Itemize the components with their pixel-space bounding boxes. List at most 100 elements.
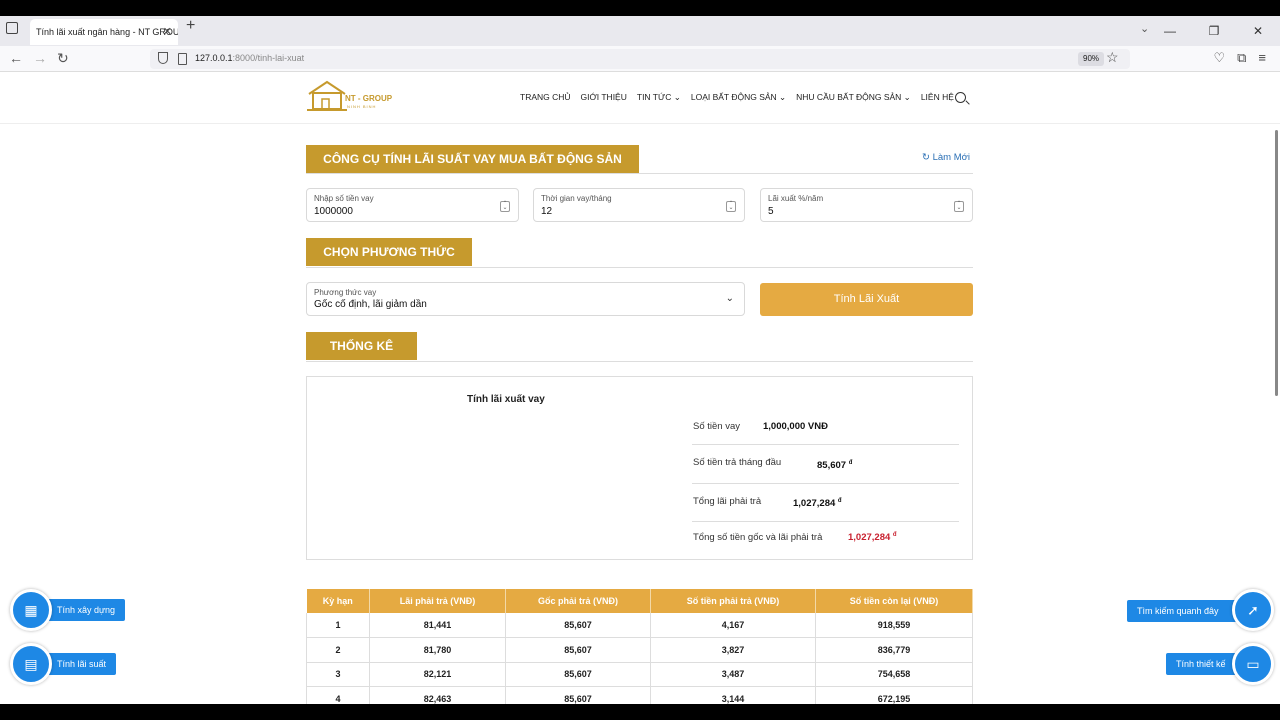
cell: 85,607	[505, 637, 651, 663]
search-icon[interactable]	[955, 92, 966, 103]
loan-term-field[interactable]: Thời gian vay/tháng 12 ⌃ ⌄	[533, 188, 745, 222]
nearby-search-button[interactable]: Tìm kiếm quanh đây	[1127, 600, 1245, 622]
stat-total-payment: Tổng số tiền gốc và lãi phải trả 1,027,2…	[692, 532, 959, 570]
column-header: Gốc phải trả (VNĐ)	[505, 589, 651, 613]
screen-bottom-bar	[0, 704, 1280, 720]
minimize-icon[interactable]: —	[1148, 16, 1192, 46]
calculator-icon[interactable]: ▤	[10, 643, 52, 685]
stat-value: 85,607 đ	[817, 460, 853, 472]
stat-first-payment: Số tiền trả tháng đầu 85,607 đ	[692, 457, 959, 495]
close-window-icon[interactable]: ✕	[1236, 16, 1280, 46]
logo-text: NT - GROUP	[345, 94, 393, 103]
stats-panel: Tính lãi xuất vay Số tiền vay 1,000,000 …	[306, 376, 973, 560]
zoom-level[interactable]: 90%	[1078, 52, 1105, 66]
browser-tab[interactable]: Tính lãi xuất ngân hàng - NT GROUP ✕	[30, 19, 178, 45]
payment-schedule-table: Kỳ hạn Lãi phải trả (VNĐ) Gốc phải trả (…	[306, 589, 973, 704]
divider	[306, 173, 973, 174]
extensions-icon[interactable]: ⧉	[1237, 50, 1246, 66]
logo-subtext: NINH BINH	[347, 104, 377, 109]
select-label: Phương thức vay	[314, 288, 377, 297]
loan-amount-field[interactable]: Nhập số tiền vay 1000000 ⌃ ⌄	[306, 188, 519, 222]
back-icon[interactable]: ←	[9, 50, 23, 66]
menu-item-contact[interactable]: LIÊN HỆ	[921, 92, 954, 103]
bookmark-star-icon[interactable]: ☆	[1106, 49, 1119, 66]
method-heading: CHỌN PHƯƠNG THỨC VAY	[306, 238, 472, 287]
loan-term-input[interactable]: 12	[541, 206, 552, 217]
cell: 85,607	[505, 662, 651, 687]
url-text[interactable]: 127.0.0.1:8000/tinh-lai-xuat	[195, 53, 304, 63]
stat-label: Số tiền vay	[693, 421, 740, 432]
screen-top-bar	[0, 0, 1280, 16]
reload-icon[interactable]: ↻	[57, 50, 69, 67]
column-header: Số tiền còn lại (VNĐ)	[815, 589, 973, 613]
main-menu: TRANG CHỦ GIỚI THIỆU TIN TỨC ⌄ LOẠI BẤT …	[520, 92, 954, 103]
tab-list-icon[interactable]	[6, 22, 18, 34]
tab-title: Tính lãi xuất ngân hàng - NT GROUP	[36, 27, 178, 37]
column-header: Kỳ hạn	[306, 589, 370, 613]
cell: 836,779	[815, 637, 973, 663]
forward-icon[interactable]: →	[33, 50, 47, 66]
stats-heading: THỐNG KÊ	[306, 332, 417, 360]
stat-label: Tổng lãi phải trả	[693, 496, 762, 507]
field-label: Lãi xuất %/năm	[768, 194, 824, 203]
cell: 81,780	[369, 637, 506, 663]
stat-value: 1,027,284 đ	[793, 498, 842, 510]
cell: 1	[306, 613, 370, 638]
cell: 3,487	[650, 662, 816, 687]
close-tab-icon[interactable]: ✕	[163, 19, 172, 45]
chevron-down-icon: ⌄	[725, 293, 734, 304]
cell: 918,559	[815, 613, 973, 638]
menu-item-property-types[interactable]: LOẠI BẤT ĐỘNG SẢN ⌄	[691, 92, 786, 103]
calculate-button[interactable]: Tính Lãi Xuất	[760, 283, 973, 316]
number-stepper[interactable]: ⌃ ⌄	[500, 201, 510, 212]
cell: 4,167	[650, 613, 816, 638]
refresh-button[interactable]: ↻ Làm Mới	[922, 152, 970, 163]
page-viewport: NT - GROUP NINH BINH TRANG CHỦ GIỚI THIỆ…	[0, 72, 1280, 704]
select-value: Gốc cố định, lãi giảm dần	[314, 299, 427, 310]
column-header: Số tiền phải trả (VNĐ)	[650, 589, 816, 613]
loan-method-select[interactable]: Phương thức vay Gốc cố định, lãi giảm dầ…	[306, 282, 745, 316]
cell: 82,463	[369, 686, 506, 704]
page-scrollbar[interactable]	[1275, 130, 1278, 396]
stats-title: Tính lãi xuất vay	[467, 394, 545, 405]
column-header: Lãi phải trả (VNĐ)	[369, 589, 506, 613]
address-bar[interactable]: 127.0.0.1:8000/tinh-lai-xuat 90% ☆	[150, 49, 1130, 69]
restore-icon[interactable]: ❐	[1192, 16, 1236, 46]
pocket-icon[interactable]: ♡	[1213, 50, 1225, 66]
loan-amount-input[interactable]: 1000000	[314, 206, 353, 217]
tool-heading: CÔNG CỤ TÍNH LÃI SUẤT VAY MUA BẤT ĐỘNG S…	[306, 145, 639, 173]
cell: 85,607	[505, 686, 651, 704]
table-row: 2 81,780 85,607 3,827 836,779	[306, 637, 973, 663]
interest-rate-input[interactable]: 5	[768, 206, 774, 217]
toolbar-actions: ♡ ⧉ ≡	[1213, 50, 1266, 66]
cell: 2	[306, 637, 370, 663]
build-cost-button[interactable]: Tính xây dựng	[40, 599, 126, 621]
stat-value: 1,000,000 VNĐ	[763, 421, 828, 432]
shield-icon[interactable]	[158, 52, 168, 64]
table-row: 3 82,121 85,607 3,487 754,658	[306, 662, 973, 687]
interest-rate-field[interactable]: Lãi xuất %/năm 5 ⌃ ⌄	[760, 188, 973, 222]
tab-bar: Tính lãi xuất ngân hàng - NT GROUP ✕ + ⌄…	[0, 16, 1280, 46]
chat-icon[interactable]: ▭	[1232, 643, 1274, 685]
menu-item-property-needs[interactable]: NHU CẦU BẤT ĐỘNG SẢN ⌄	[796, 92, 911, 103]
stat-label: Tổng số tiền gốc và lãi phải trả	[693, 532, 823, 543]
menu-item-home[interactable]: TRANG CHỦ	[520, 92, 571, 103]
stat-loan-amount: Số tiền vay 1,000,000 VNĐ	[692, 421, 959, 459]
field-label: Nhập số tiền vay	[314, 194, 374, 203]
page-icon[interactable]	[178, 53, 187, 65]
stat-label: Số tiền trả tháng đầu	[693, 457, 782, 468]
divider	[306, 361, 973, 362]
divider	[692, 483, 959, 484]
number-stepper[interactable]: ⌃ ⌄	[954, 201, 964, 212]
menu-item-news[interactable]: TIN TỨC ⌄	[637, 92, 681, 103]
browser-toolbar: ← → ↻ 127.0.0.1:8000/tinh-lai-xuat 90% ☆…	[0, 46, 1280, 72]
new-tab-button[interactable]: +	[186, 17, 195, 35]
compass-icon[interactable]: ➚	[1232, 589, 1274, 631]
divider	[692, 521, 959, 522]
site-logo[interactable]: NT - GROUP NINH BINH	[307, 80, 397, 116]
menu-icon[interactable]: ≡	[1258, 50, 1266, 66]
menu-item-about[interactable]: GIỚI THIỆU	[581, 92, 627, 103]
house-logo-icon	[307, 80, 395, 111]
number-stepper[interactable]: ⌃ ⌄	[726, 201, 736, 212]
building-icon[interactable]: ▦	[10, 589, 52, 631]
